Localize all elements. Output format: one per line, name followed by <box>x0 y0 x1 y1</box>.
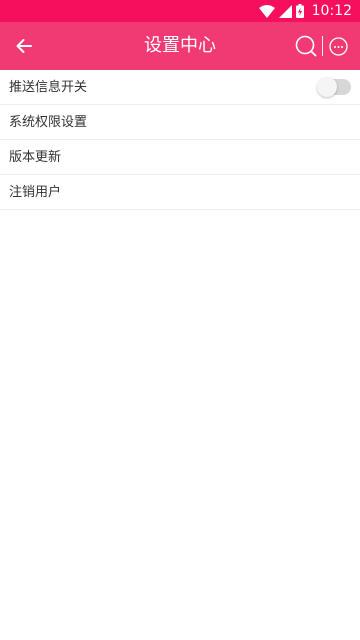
search-icon <box>295 35 317 57</box>
status-bar: 10:12 <box>0 0 360 22</box>
action-divider <box>322 36 323 56</box>
back-button[interactable] <box>12 34 36 58</box>
settings-item-deregister-user[interactable]: 注销用户 <box>0 175 360 210</box>
status-icons: 10:12 <box>258 3 352 19</box>
settings-item-label: 推送信息开关 <box>9 80 88 95</box>
settings-item-version-update[interactable]: 版本更新 <box>0 140 360 175</box>
settings-item-system-permissions[interactable]: 系统权限设置 <box>0 105 360 140</box>
more-dots-circle-icon <box>329 37 348 56</box>
settings-item-label: 版本更新 <box>9 150 62 165</box>
settings-item-push-notifications[interactable]: 推送信息开关 <box>0 70 360 105</box>
toggle-thumb <box>317 77 337 97</box>
settings-list: 推送信息开关 系统权限设置 版本更新 注销用户 <box>0 70 360 210</box>
push-notifications-toggle[interactable] <box>317 77 351 97</box>
search-button[interactable] <box>295 35 317 57</box>
more-button[interactable] <box>329 37 348 56</box>
settings-item-label: 系统权限设置 <box>9 115 88 130</box>
status-time: 10:12 <box>311 3 352 19</box>
cellular-signal-icon <box>278 4 292 18</box>
battery-charging-icon <box>295 4 304 18</box>
arrow-left-icon <box>16 39 32 53</box>
app-bar: 设置中心 <box>0 22 360 70</box>
settings-item-label: 注销用户 <box>9 185 62 200</box>
wifi-icon <box>258 5 275 18</box>
